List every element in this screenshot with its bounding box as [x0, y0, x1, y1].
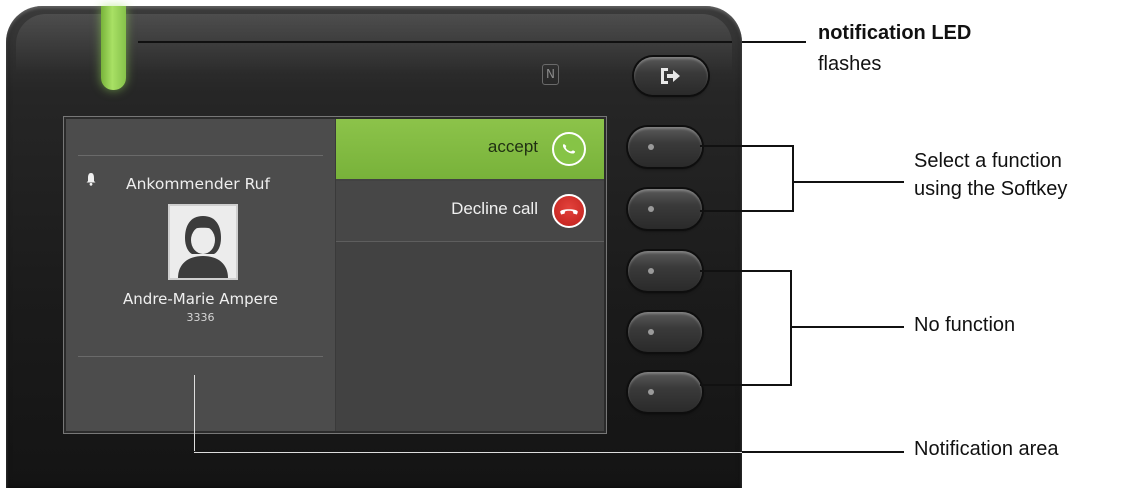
callout-bracket-softkey: [792, 145, 794, 212]
callout-no-function: No function: [914, 314, 1016, 336]
logout-arrow-icon: [661, 68, 680, 84]
caller-name: Andre-Marie Ampere: [123, 290, 278, 308]
callout-line-key-3: [700, 270, 792, 272]
phone-accept-icon: [552, 132, 586, 166]
softkey-dot: [648, 268, 654, 274]
bell-icon: [86, 173, 96, 186]
callout-line-led: [138, 41, 732, 43]
softkey-dot: [648, 329, 654, 335]
softkey-1[interactable]: [628, 127, 702, 167]
divider: [78, 356, 323, 357]
callout-led-subtitle: flashes: [818, 53, 882, 75]
person-avatar-icon: [168, 204, 238, 280]
phone-device: N Ankommender Ruf Andre-Marie Ampere 333…: [6, 6, 742, 488]
callout-softkey-line1: Select a function: [914, 150, 1062, 172]
menu-item-label: Decline call: [451, 199, 538, 218]
callout-line-led-end: [742, 41, 806, 43]
divider: [78, 155, 323, 156]
figure: N Ankommender Ruf Andre-Marie Ampere 333…: [0, 0, 1130, 488]
softkey-dot: [648, 144, 654, 150]
notification-led: [101, 6, 126, 90]
phone-decline-icon: [552, 194, 586, 228]
notification-area: Ankommender Ruf Andre-Marie Ampere 3336: [66, 119, 336, 431]
menu-item-decline-call[interactable]: Decline call: [336, 181, 604, 242]
nfc-icon: N: [542, 64, 559, 85]
callout-softkey-line2: using the Softkey: [914, 178, 1068, 200]
callout-line-softkey-1: [700, 145, 794, 147]
function-menu: accept Decline call: [336, 119, 604, 431]
caller-number: 3336: [186, 311, 215, 324]
softkey-5[interactable]: [628, 372, 702, 412]
callout-led-title: notification LED: [818, 22, 972, 44]
callout-line-notification-area: [742, 451, 904, 453]
menu-item-label: accept: [487, 137, 538, 156]
notification-title: Ankommender Ruf: [126, 175, 270, 193]
callout-notification-area: Notification area: [914, 438, 1059, 460]
phone-display: Ankommender Ruf Andre-Marie Ampere 3336: [64, 117, 606, 433]
callout-line-no-function-label: [790, 326, 904, 328]
softkey-3[interactable]: [628, 251, 702, 291]
callout-line-notification-area-vertical: [194, 375, 195, 453]
logout-key[interactable]: [634, 57, 708, 95]
softkey-4[interactable]: [628, 312, 702, 352]
softkey-dot: [648, 206, 654, 212]
callout-bracket-no-function: [790, 270, 792, 386]
callout-line-notification-area-inside: [194, 452, 742, 453]
callout-line-key-5: [700, 384, 792, 386]
callout-line-softkey-label: [792, 181, 904, 183]
softkey-2[interactable]: [628, 189, 702, 229]
softkey-dot: [648, 389, 654, 395]
callout-line-softkey-2: [700, 210, 794, 212]
menu-item-accept[interactable]: accept: [336, 119, 604, 179]
